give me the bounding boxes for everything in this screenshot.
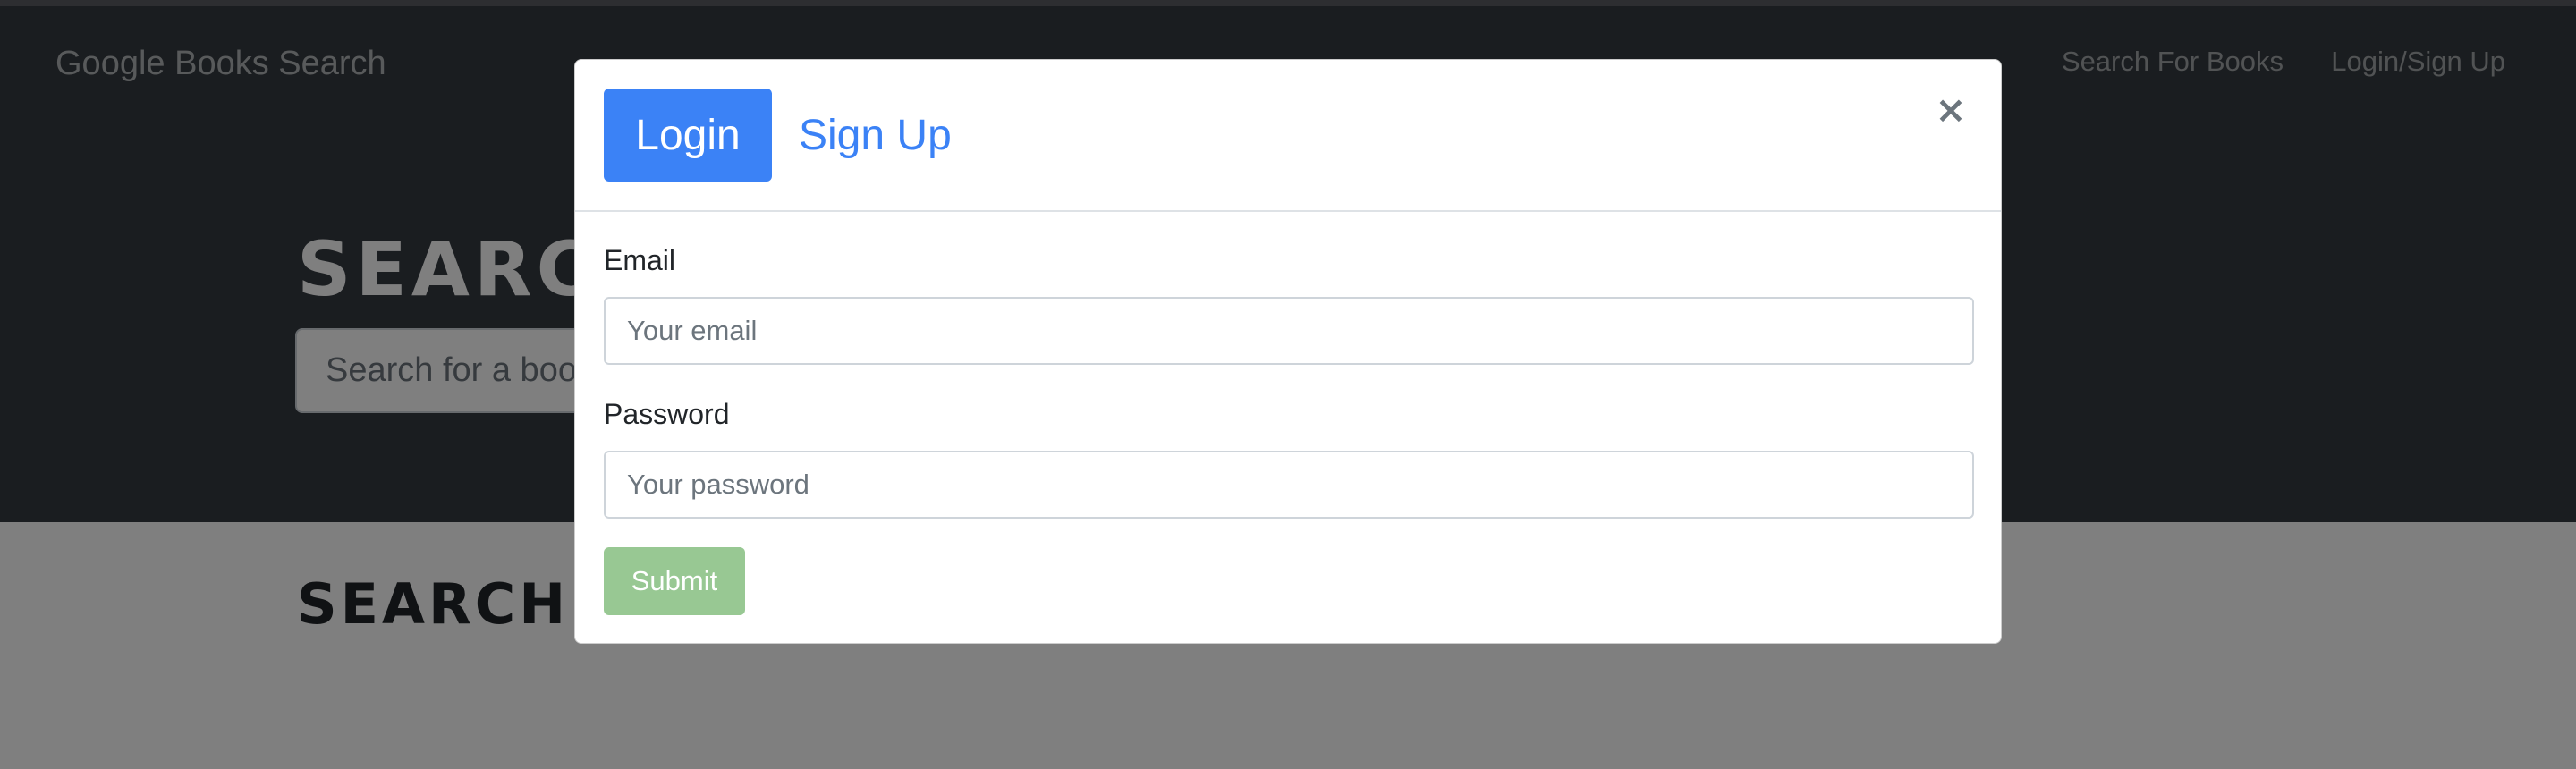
email-field[interactable] xyxy=(604,297,1974,365)
tab-sign-up[interactable]: Sign Up xyxy=(799,89,952,182)
password-label: Password xyxy=(604,398,730,430)
login-signup-modal: Login Sign Up × Email Password Submit xyxy=(574,59,2002,644)
close-icon[interactable]: × xyxy=(1928,87,1974,133)
email-label: Email xyxy=(604,244,676,276)
password-field[interactable] xyxy=(604,451,1974,519)
submit-button[interactable]: Submit xyxy=(604,547,745,615)
modal-header: Login Sign Up × xyxy=(575,60,2001,212)
tab-login[interactable]: Login xyxy=(604,89,772,182)
